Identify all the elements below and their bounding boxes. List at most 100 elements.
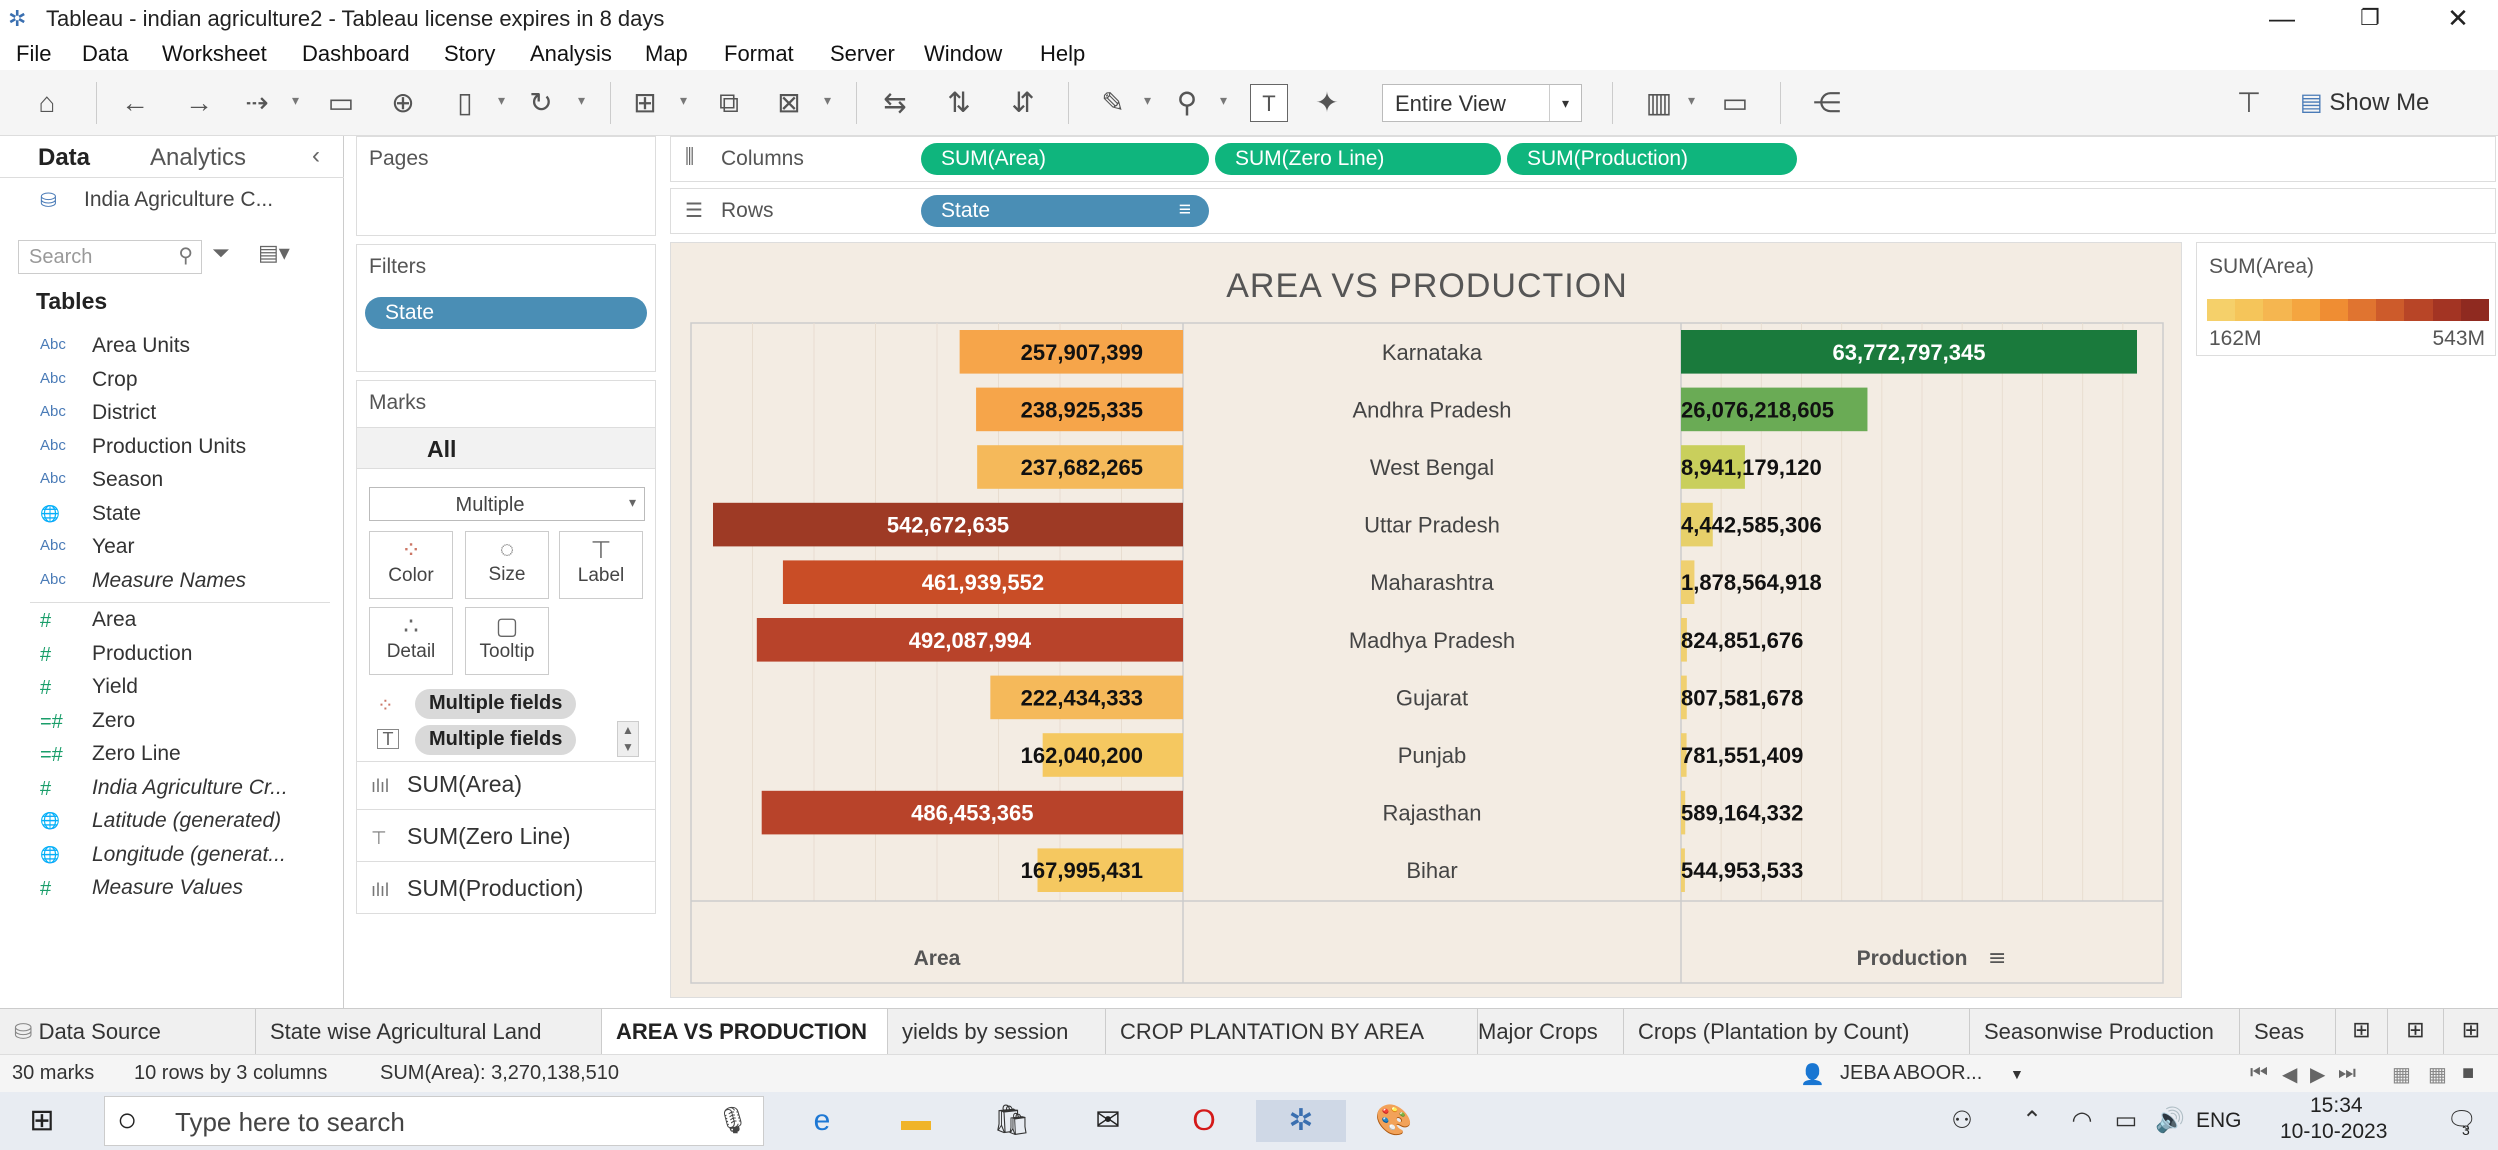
- color-button[interactable]: ⁘ Color: [369, 531, 453, 599]
- marks-card-production[interactable]: ılıl SUM(Production): [371, 875, 583, 902]
- menu-worksheet[interactable]: Worksheet: [162, 41, 267, 67]
- minimize-icon[interactable]: —: [2252, 2, 2312, 34]
- menu-format[interactable]: Format: [724, 41, 794, 67]
- clear-sheet-icon[interactable]: ⊠: [770, 84, 808, 122]
- clock-time[interactable]: 15:34: [2310, 1094, 2363, 1118]
- filter-icon[interactable]: ⏷: [212, 240, 230, 266]
- field-india-agriculture-cr[interactable]: # India Agriculture Cr...: [0, 774, 330, 804]
- marks-all-row[interactable]: All: [357, 427, 655, 469]
- home-icon[interactable]: ⌂: [28, 84, 66, 122]
- pin-icon[interactable]: ⊤: [2230, 84, 2268, 122]
- tab-seasonwise-production[interactable]: Seasonwise Production: [1970, 1009, 2240, 1055]
- row-pill-state[interactable]: State ≡: [921, 195, 1209, 227]
- prev-sheet-icon[interactable]: ◀: [2282, 1062, 2297, 1087]
- fit-dropdown[interactable]: Entire View ▾: [1382, 84, 1582, 122]
- pages-shelf[interactable]: Pages: [356, 136, 656, 236]
- search-input[interactable]: Search ⚲: [18, 240, 202, 274]
- field-state[interactable]: 🌐 State: [0, 500, 330, 530]
- datasource-name[interactable]: India Agriculture C...: [84, 188, 273, 212]
- paint-icon[interactable]: 🎨: [1372, 1100, 1416, 1142]
- marks-scrollbar[interactable]: ▲ ▼: [617, 721, 639, 757]
- store-icon[interactable]: 🛍: [990, 1100, 1034, 1142]
- file-explorer-icon[interactable]: ▬: [894, 1100, 938, 1142]
- chevron-down-icon[interactable]: ▾: [680, 92, 687, 109]
- tab-seas[interactable]: Seas: [2240, 1009, 2336, 1055]
- tooltip-button[interactable]: ▢ Tooltip: [465, 607, 549, 675]
- swap-rows-columns-icon[interactable]: ⇆: [876, 84, 914, 122]
- show-mark-labels-icon[interactable]: T: [1250, 84, 1288, 122]
- tab-analytics[interactable]: Analytics: [150, 144, 246, 172]
- opera-icon[interactable]: O: [1182, 1100, 1226, 1142]
- column-pill-sum-area[interactable]: SUM(Area): [921, 143, 1209, 175]
- show-tabs-icon[interactable]: ■: [2462, 1062, 2474, 1085]
- menu-story[interactable]: Story: [444, 41, 495, 67]
- menu-map[interactable]: Map: [645, 41, 688, 67]
- field-yield[interactable]: # Yield: [0, 673, 330, 703]
- restore-icon[interactable]: ❐: [2340, 2, 2400, 34]
- tab-data-source[interactable]: ⛁ Data Source: [0, 1009, 256, 1055]
- column-pill-sum-production[interactable]: SUM(Production): [1507, 143, 1797, 175]
- field-area[interactable]: # Area: [0, 606, 330, 636]
- show-sheet-sorter-icon[interactable]: ▦: [2428, 1062, 2447, 1087]
- field-area-units[interactable]: Abc Area Units: [0, 332, 330, 362]
- menu-server[interactable]: Server: [830, 41, 895, 67]
- size-button[interactable]: ◌ Size: [465, 531, 549, 599]
- tab-crops-plantation-by-count[interactable]: Crops (Plantation by Count): [1624, 1009, 1970, 1055]
- menu-file[interactable]: File: [16, 41, 51, 67]
- field-district[interactable]: Abc District: [0, 399, 330, 429]
- share-icon[interactable]: ⋲: [1808, 84, 1846, 122]
- column-pill-sum-zero-line[interactable]: SUM(Zero Line): [1215, 143, 1501, 175]
- field-year[interactable]: Abc Year: [0, 533, 330, 563]
- new-datasource-icon[interactable]: ⊕: [384, 84, 422, 122]
- field-production[interactable]: # Production: [0, 640, 330, 670]
- field-latitude-generated[interactable]: 🌐 Latitude (generated): [0, 807, 330, 837]
- replay-icon[interactable]: ⇢: [238, 84, 276, 122]
- tab-state-wise-agricultural-land[interactable]: State wise Agricultural Land: [256, 1009, 602, 1055]
- view-options-icon[interactable]: ▤▾: [258, 240, 290, 266]
- refresh-icon[interactable]: ↻: [522, 84, 560, 122]
- show-me-button[interactable]: ▤ Show Me: [2300, 88, 2429, 117]
- new-worksheet-icon[interactable]: ⊞: [626, 84, 664, 122]
- new-story-tab-icon[interactable]: ⊞: [2444, 1009, 2498, 1055]
- chevron-down-icon[interactable]: ▾: [292, 92, 299, 109]
- menu-analysis[interactable]: Analysis: [530, 41, 612, 67]
- clock-date[interactable]: 10-10-2023: [2280, 1120, 2387, 1144]
- mark-type-dropdown[interactable]: Multiple ▾: [369, 487, 645, 521]
- marks-card-area[interactable]: ılıl SUM(Area): [371, 771, 522, 798]
- tab-data[interactable]: Data: [38, 144, 90, 172]
- field-zero[interactable]: =# Zero: [0, 707, 330, 737]
- tab-area-vs-production[interactable]: AREA VS PRODUCTION: [602, 1009, 888, 1055]
- highlight-icon[interactable]: ✎: [1094, 84, 1132, 122]
- chevron-down-icon[interactable]: ▾: [1144, 92, 1151, 109]
- menu-dashboard[interactable]: Dashboard: [302, 41, 410, 67]
- field-season[interactable]: Abc Season: [0, 466, 330, 496]
- menu-help[interactable]: Help: [1040, 41, 1085, 67]
- detail-button[interactable]: ∴ Detail: [369, 607, 453, 675]
- taskbar-search-input[interactable]: ○ Type here to search 🎙: [104, 1096, 764, 1146]
- chevron-down-icon[interactable]: ▾: [498, 92, 505, 109]
- chevron-down-icon[interactable]: ▾: [578, 92, 585, 109]
- menu-data[interactable]: Data: [82, 41, 128, 67]
- label-button[interactable]: ⊤ Label: [559, 531, 643, 599]
- next-sheet-icon[interactable]: ▶: [2310, 1062, 2325, 1087]
- save-icon[interactable]: ▭: [322, 84, 360, 122]
- chevron-up-icon[interactable]: ⌃: [2010, 1100, 2054, 1142]
- columns-shelf[interactable]: ⫼ Columns SUM(Area) SUM(Zero Line) SUM(P…: [670, 136, 2496, 182]
- tableau-taskbar-icon[interactable]: ✲: [1256, 1100, 1346, 1142]
- filter-pill-state[interactable]: State: [365, 297, 647, 329]
- label-fields-pill[interactable]: Multiple fields: [415, 725, 577, 755]
- chevron-down-icon[interactable]: ▾: [824, 92, 831, 109]
- mail-icon[interactable]: ✉: [1086, 1100, 1130, 1142]
- wifi-icon[interactable]: ◠: [2060, 1100, 2104, 1142]
- last-sheet-icon[interactable]: ⏭: [2338, 1062, 2356, 1085]
- field-measure-names[interactable]: Abc Measure Names: [0, 567, 330, 597]
- tab-yields-by-session[interactable]: yields by session: [888, 1009, 1106, 1055]
- show-cards-icon[interactable]: ▥: [1640, 84, 1678, 122]
- sort-descending-icon[interactable]: ⇵: [1004, 84, 1042, 122]
- chevron-down-icon[interactable]: ▼: [2010, 1066, 2024, 1082]
- undo-icon[interactable]: ←: [116, 84, 154, 122]
- chevron-down-icon[interactable]: ▾: [1688, 92, 1695, 109]
- color-fields-pill[interactable]: Multiple fields: [415, 689, 577, 719]
- tab-crop-plantation-by-area[interactable]: CROP PLANTATION BY AREA: [1106, 1009, 1478, 1055]
- show-filmstrip-icon[interactable]: ▦: [2392, 1062, 2411, 1087]
